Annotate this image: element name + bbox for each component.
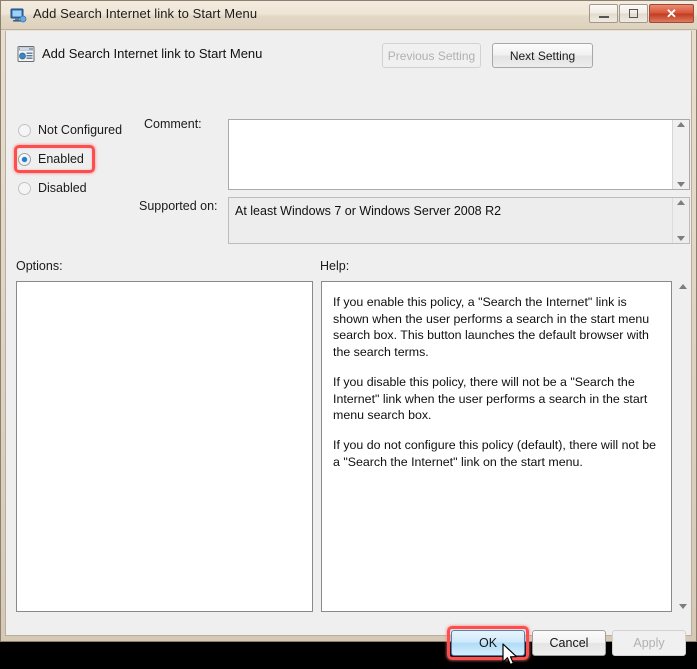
options-panel[interactable] xyxy=(16,281,313,612)
comment-scrollbar[interactable] xyxy=(672,120,689,189)
options-label: Options: xyxy=(16,259,63,273)
computer-policy-icon xyxy=(10,8,27,23)
radio-enabled-indicator xyxy=(18,152,31,166)
scroll-down-icon[interactable] xyxy=(677,236,685,241)
supported-on-scrollbar[interactable] xyxy=(672,198,689,243)
help-panel: If you enable this policy, a "Search the… xyxy=(321,281,672,612)
radio-not-configured-indicator xyxy=(18,123,31,137)
supported-on-field: At least Windows 7 or Windows Server 200… xyxy=(228,197,690,244)
previous-setting-button[interactable]: Previous Setting xyxy=(382,43,481,68)
scroll-up-icon[interactable] xyxy=(677,200,685,205)
radio-enabled[interactable]: Enabled xyxy=(18,152,84,166)
help-paragraph: If you disable this policy, there will n… xyxy=(333,374,648,423)
cancel-button[interactable]: Cancel xyxy=(532,630,606,656)
radio-disabled-label: Disabled xyxy=(38,181,87,195)
group-policy-setting-icon xyxy=(17,46,35,62)
window-title: Add Search Internet link to Start Menu xyxy=(33,6,258,21)
next-setting-button[interactable]: Next Setting xyxy=(492,43,593,68)
radio-enabled-label: Enabled xyxy=(38,152,84,166)
mouse-cursor xyxy=(502,643,517,666)
title-bar[interactable]: Add Search Internet link to Start Menu ✕ xyxy=(1,1,697,30)
help-text: If you enable this policy, a "Search the… xyxy=(322,282,671,611)
supported-on-value: At least Windows 7 or Windows Server 200… xyxy=(229,198,672,243)
restore-icon xyxy=(629,9,638,18)
radio-disabled-indicator xyxy=(18,181,31,195)
comment-label: Comment: xyxy=(144,117,202,131)
dialog-content: Add Search Internet link to Start Menu P… xyxy=(5,31,692,666)
help-label: Help: xyxy=(320,259,350,273)
scroll-up-icon[interactable] xyxy=(677,122,685,127)
apply-button[interactable]: Apply xyxy=(612,630,686,656)
close-icon: ✕ xyxy=(666,6,677,21)
policy-title: Add Search Internet link to Start Menu xyxy=(42,46,263,61)
close-button[interactable]: ✕ xyxy=(649,4,694,23)
maximize-button[interactable] xyxy=(619,4,648,23)
supported-on-label: Supported on: xyxy=(139,199,218,213)
comment-textarea[interactable] xyxy=(228,119,690,190)
scroll-down-icon[interactable] xyxy=(678,604,687,609)
minimize-icon xyxy=(598,15,609,18)
comment-value xyxy=(229,120,672,189)
radio-not-configured[interactable]: Not Configured xyxy=(18,123,122,137)
help-scrollbar[interactable] xyxy=(674,281,691,612)
radio-disabled[interactable]: Disabled xyxy=(18,181,87,195)
help-paragraph: If you enable this policy, a "Search the… xyxy=(333,295,650,360)
caption-buttons: ✕ xyxy=(589,4,694,23)
scroll-up-icon[interactable] xyxy=(678,284,687,289)
dialog-window: Add Search Internet link to Start Menu ✕… xyxy=(0,0,697,666)
minimize-button[interactable] xyxy=(589,4,618,23)
scroll-down-icon[interactable] xyxy=(677,182,685,187)
help-paragraph: If you do not configure this policy (def… xyxy=(333,438,657,469)
radio-not-configured-label: Not Configured xyxy=(38,123,123,137)
